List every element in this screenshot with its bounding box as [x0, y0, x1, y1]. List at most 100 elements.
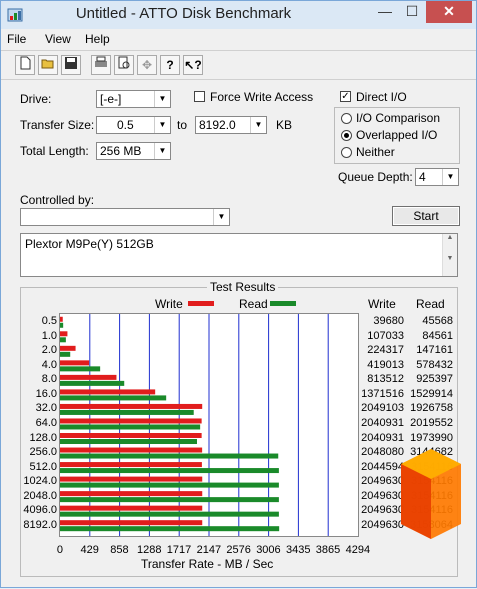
drive-value: [-e-] — [100, 92, 122, 106]
kitguru-logo — [401, 449, 461, 539]
overlapped-io-radio[interactable] — [341, 130, 352, 141]
chevron-down-icon: ▼ — [250, 117, 266, 133]
y-tick-label: 32.0 — [35, 402, 57, 415]
x-tick-label: 429 — [80, 544, 99, 556]
controlled-by-label: Controlled by: — [20, 193, 95, 207]
read-value: 1529914 — [410, 387, 453, 400]
menu-bar: File View Help — [1, 30, 476, 48]
x-tick-label: 3006 — [256, 544, 281, 556]
io-comparison-radio[interactable] — [341, 113, 352, 124]
help-icon[interactable]: ? — [160, 55, 180, 75]
y-tick-label: 0.5 — [41, 315, 57, 328]
open-icon[interactable] — [38, 55, 58, 75]
new-icon[interactable] — [15, 55, 35, 75]
read-value: 2019552 — [410, 416, 453, 429]
force-write-label: Force Write Access — [210, 90, 314, 104]
write-value: 107033 — [367, 329, 404, 342]
x-tick-label: 3865 — [315, 544, 341, 556]
y-tick-label: 4096.0 — [23, 504, 57, 517]
write-value: 2049630 — [361, 504, 404, 517]
window-title: Untitled - ATTO Disk Benchmark — [75, 5, 292, 22]
neither-radio[interactable] — [341, 147, 352, 158]
read-value: 1926758 — [410, 402, 453, 415]
menu-file[interactable]: File — [7, 32, 26, 46]
transfer-to-label: to — [177, 118, 188, 132]
write-value: 2049630 — [361, 475, 404, 488]
read-value: 925397 — [416, 373, 453, 386]
legend-write-label: Write — [155, 297, 183, 311]
write-value: 2040931 — [361, 416, 404, 429]
toolbar: ✥ ? ↖? — [1, 50, 476, 80]
transfer-from-select[interactable]: 0.5 ▼ — [96, 116, 171, 134]
write-value: 1371516 — [361, 387, 404, 400]
move-icon[interactable]: ✥ — [137, 55, 157, 75]
x-tick-label: 2576 — [226, 544, 251, 556]
context-help-icon[interactable]: ↖? — [183, 55, 203, 75]
drive-label: Drive: — [20, 92, 52, 106]
minimize-button[interactable]: — — [372, 1, 398, 23]
x-tick-label: 1717 — [166, 544, 192, 556]
write-column-header: Write — [368, 297, 396, 311]
transfer-size-label: Transfer Size: — [20, 118, 95, 132]
print-icon[interactable] — [91, 55, 111, 75]
transfer-from-value: 0.5 — [117, 118, 134, 132]
close-button[interactable]: ✕ — [426, 1, 472, 23]
x-tick-label: 4294 — [345, 544, 371, 556]
print-preview-icon[interactable] — [114, 55, 134, 75]
neither-label: Neither — [356, 145, 395, 159]
x-tick-label: 0 — [56, 544, 64, 556]
read-value: 45568 — [422, 315, 453, 328]
overlapped-io-label: Overlapped I/O — [356, 128, 438, 142]
save-icon[interactable] — [61, 55, 81, 75]
description-text: Plextor M9Pe(Y) 512GB — [25, 237, 154, 251]
write-value: 813512 — [367, 373, 404, 386]
y-tick-label: 1.0 — [41, 329, 57, 342]
chart-plot-area — [59, 313, 359, 537]
write-value: 2048080 — [361, 446, 404, 459]
write-value: 2049103 — [361, 402, 404, 415]
read-column-header: Read — [416, 297, 445, 311]
read-value: 147161 — [416, 344, 453, 357]
y-tick-label: 8192.0 — [23, 518, 57, 531]
y-tick-label: 2.0 — [41, 344, 57, 357]
read-value: 1973990 — [410, 431, 453, 444]
menu-view[interactable]: View — [45, 32, 71, 46]
x-tick-label: 1288 — [137, 544, 162, 556]
write-value: 39680 — [373, 315, 404, 328]
start-button[interactable]: Start — [392, 206, 460, 226]
total-length-select[interactable]: 256 MB ▼ — [96, 142, 171, 160]
x-tick-label: 3435 — [286, 544, 311, 556]
write-value: 419013 — [367, 358, 404, 371]
transfer-to-select[interactable]: 8192.0 ▼ — [195, 116, 267, 134]
transfer-unit-label: KB — [276, 118, 293, 132]
menu-help[interactable]: Help — [85, 32, 110, 46]
y-tick-label: 4.0 — [41, 358, 57, 371]
legend-write-swatch — [188, 301, 214, 306]
chevron-down-icon: ▼ — [154, 117, 170, 133]
queue-depth-select[interactable]: 4 ▼ — [415, 168, 459, 186]
legend-read-label: Read — [239, 297, 268, 311]
x-axis-label: Transfer Rate - MB / Sec — [141, 557, 274, 571]
y-tick-label: 64.0 — [35, 416, 57, 429]
controlled-by-select[interactable]: ▼ — [20, 208, 230, 226]
total-length-value: 256 MB — [100, 144, 142, 158]
write-value: 2049630 — [361, 518, 404, 531]
y-tick-label: 1024.0 — [23, 475, 57, 488]
y-tick-label: 2048.0 — [23, 489, 57, 502]
queue-depth-value: 4 — [419, 170, 426, 184]
chevron-down-icon: ▼ — [213, 209, 229, 225]
read-value: 84561 — [422, 329, 453, 342]
chevron-down-icon: ▼ — [442, 169, 458, 185]
maximize-button[interactable]: ☐ — [399, 1, 425, 23]
drive-select[interactable]: [-e-] ▼ — [96, 90, 171, 108]
x-tick-label: 858 — [110, 544, 129, 556]
direct-io-label: Direct I/O — [356, 90, 407, 104]
description-scrollbar[interactable]: ▲ ▼ — [442, 234, 457, 276]
description-textarea[interactable]: Plextor M9Pe(Y) 512GB ▲ ▼ — [20, 233, 458, 277]
title-bar: Untitled - ATTO Disk Benchmark — ☐ ✕ — [1, 1, 476, 29]
y-tick-label: 512.0 — [29, 460, 57, 473]
force-write-checkbox[interactable] — [194, 91, 205, 102]
y-tick-label: 128.0 — [29, 431, 57, 444]
direct-io-checkbox[interactable]: ✓ — [340, 91, 351, 102]
transfer-to-value: 8192.0 — [199, 118, 236, 132]
